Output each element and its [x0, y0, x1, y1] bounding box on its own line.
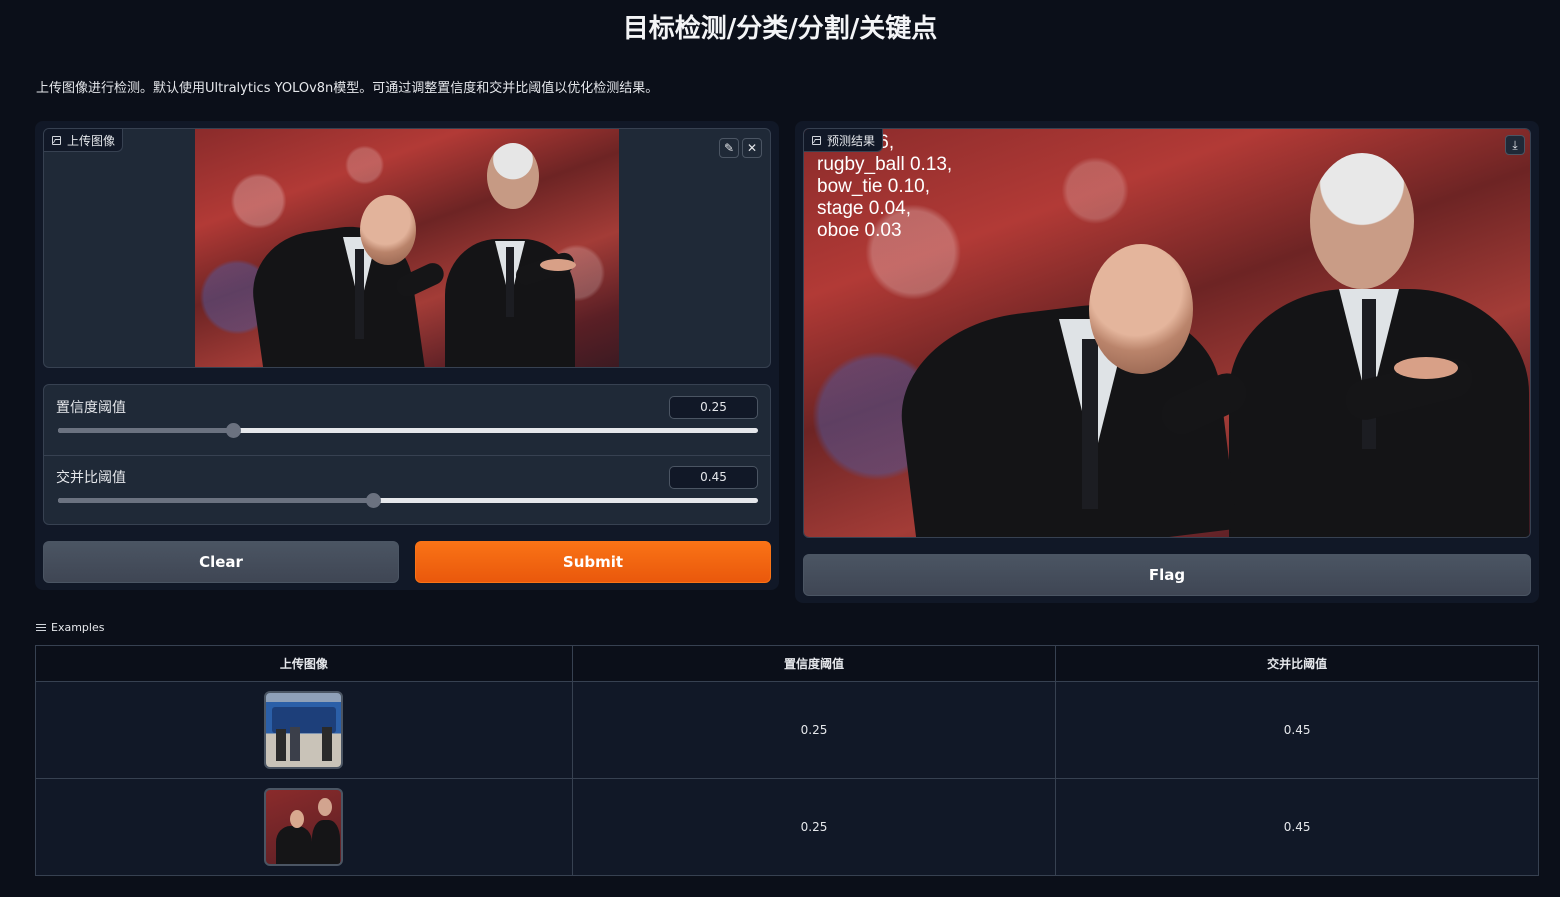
image-icon	[812, 135, 821, 145]
page-title: 目标检测/分类/分割/关键点	[622, 14, 938, 44]
iou-slider[interactable]	[58, 493, 758, 508]
detection-line: rugby_ball 0.13,	[817, 154, 953, 175]
example-image-cell[interactable]	[35, 681, 573, 779]
clear-button[interactable]: Clear	[43, 541, 399, 583]
column-header: 交并比阈值	[1055, 645, 1539, 682]
example-thumbnail-bus[interactable]	[264, 691, 344, 769]
output-panel: 预测结果 ⤓ suit 0.16,rugby_ball 0.13,bow_tie…	[795, 121, 1539, 603]
iou-slider-thumb[interactable]	[366, 493, 381, 508]
example-row[interactable]: 0.25 0.45	[35, 681, 1539, 779]
iou-label: 交并比阈值	[56, 470, 126, 486]
example-image-cell[interactable]	[35, 778, 573, 876]
example-confidence-cell: 0.25	[572, 681, 1057, 779]
detection-labels: suit 0.16,rugby_ball 0.13,bow_tie 0.10,s…	[817, 132, 953, 242]
examples-label-text: Examples	[51, 621, 105, 634]
list-icon	[36, 623, 46, 632]
prediction-result-label: 预测结果	[804, 129, 884, 152]
prediction-result-area: 预测结果 ⤓ suit 0.16,rugby_ball 0.13,bow_tie…	[803, 128, 1531, 538]
iou-slider-row: 交并比阈值 0.45	[44, 455, 770, 524]
confidence-input[interactable]: 0.25	[669, 396, 758, 419]
confidence-slider[interactable]	[58, 423, 758, 438]
confidence-slider-thumb[interactable]	[226, 423, 241, 438]
prediction-image: suit 0.16,rugby_ball 0.13,bow_tie 0.10,s…	[804, 129, 1530, 537]
example-thumbnail-coaches[interactable]	[264, 788, 344, 866]
image-icon	[52, 135, 61, 145]
confidence-slider-row: 置信度阈值 0.25	[44, 385, 770, 455]
example-iou-cell: 0.45	[1055, 681, 1539, 779]
close-icon[interactable]: ✕	[742, 138, 762, 158]
detection-line: stage 0.04,	[817, 198, 912, 219]
detection-line: bow_tie 0.10,	[817, 176, 931, 197]
example-row[interactable]: 0.25 0.45	[35, 778, 1539, 876]
image-upload-label: 上传图像	[44, 129, 124, 152]
confidence-label: 置信度阈值	[56, 400, 126, 416]
column-header: 上传图像	[35, 645, 573, 682]
iou-slider-fill	[58, 498, 373, 503]
image-upload-label-text: 上传图像	[67, 133, 116, 148]
download-icon[interactable]: ⤓	[1505, 135, 1525, 155]
example-iou-cell: 0.45	[1055, 778, 1539, 876]
examples-header: Examples	[36, 621, 104, 634]
submit-button[interactable]: Submit	[415, 541, 771, 583]
example-confidence-cell: 0.25	[572, 778, 1057, 876]
confidence-slider-fill	[58, 428, 233, 433]
input-panel: 上传图像 ✎ ✕ 置信度阈值 0.25 交并比阈值 0.45 Clear Sub…	[35, 121, 779, 590]
page-description: 上传图像进行检测。默认使用Ultralytics YOLOv8n模型。可通过调整…	[36, 81, 659, 96]
pencil-icon[interactable]: ✎	[719, 138, 739, 158]
flag-button[interactable]: Flag	[803, 554, 1531, 596]
iou-input[interactable]: 0.45	[669, 466, 758, 489]
examples-table: 上传图像 置信度阈值 交并比阈值 0.25 0.45 0.25 0.45	[35, 645, 1539, 876]
column-header: 置信度阈值	[572, 645, 1057, 682]
threshold-controls: 置信度阈值 0.25 交并比阈值 0.45	[43, 384, 771, 525]
detection-line: oboe 0.03	[817, 220, 902, 241]
uploaded-image	[195, 129, 619, 367]
examples-header-row: 上传图像 置信度阈值 交并比阈值	[35, 645, 1539, 682]
image-upload-area[interactable]: 上传图像 ✎ ✕	[43, 128, 771, 368]
prediction-result-label-text: 预测结果	[827, 133, 876, 148]
